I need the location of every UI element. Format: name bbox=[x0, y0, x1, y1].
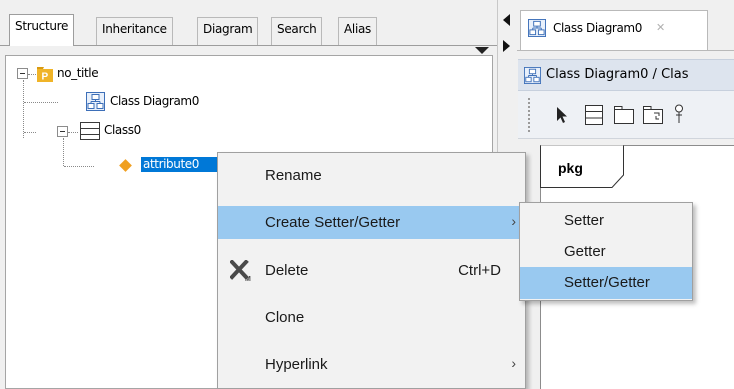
class-tool-icon[interactable] bbox=[585, 105, 603, 125]
package-frame-label: pkg bbox=[558, 160, 583, 176]
submenu-item-label: Setter/Getter bbox=[564, 274, 650, 291]
menu-item-label: Clone bbox=[265, 309, 305, 326]
doc-tab-label: Class Diagram0 bbox=[553, 21, 642, 35]
tab-search[interactable]: Search bbox=[271, 17, 323, 45]
doc-tab-divider bbox=[517, 50, 734, 51]
tree-connector bbox=[23, 80, 24, 138]
editor-title: Class Diagram0 / Clas bbox=[546, 67, 689, 82]
tabs-dropdown-icon[interactable] bbox=[475, 47, 489, 54]
tree-item-class-diagram[interactable]: Class Diagram0 bbox=[110, 94, 199, 108]
tab-diagram[interactable]: Diagram bbox=[197, 17, 259, 45]
menu-item-create-setter-getter[interactable]: Create Setter/Getter › bbox=[218, 206, 525, 239]
collapse-left-icon[interactable] bbox=[503, 14, 510, 26]
submenu-item-label: Getter bbox=[564, 243, 606, 260]
tree-connector bbox=[63, 138, 64, 166]
tab-label: Inheritance bbox=[102, 22, 167, 36]
menu-item-shortcut: Ctrl+D bbox=[458, 262, 501, 279]
package-tool-icon[interactable] bbox=[614, 106, 634, 124]
submenu-item-label: Setter bbox=[564, 212, 605, 229]
submenu-item-setter-getter[interactable]: Setter/Getter bbox=[520, 267, 692, 299]
class-diagram-icon bbox=[524, 67, 541, 84]
setter-getter-submenu: Setter Getter Setter/Getter bbox=[519, 202, 693, 301]
menu-item-label: Rename bbox=[265, 167, 322, 184]
tree-connector bbox=[28, 74, 36, 75]
menu-item-hyperlink[interactable]: Hyperlink › bbox=[218, 348, 525, 381]
subsystem-tool-icon[interactable] bbox=[643, 106, 663, 124]
toolbar-grip[interactable] bbox=[528, 98, 531, 132]
context-menu: Rename Create Setter/Getter › M Delete C… bbox=[217, 152, 526, 389]
close-icon[interactable]: ✕ bbox=[656, 21, 665, 34]
collapse-right-icon[interactable] bbox=[503, 40, 510, 52]
class-diagram-icon bbox=[86, 92, 105, 111]
menu-item-label: Hyperlink bbox=[265, 356, 328, 373]
menu-item-delete[interactable]: M Delete Ctrl+D bbox=[218, 254, 525, 287]
submenu-item-getter[interactable]: Getter bbox=[520, 236, 692, 268]
package-icon: P bbox=[37, 67, 53, 83]
tree-connector bbox=[24, 102, 58, 103]
tree-connector bbox=[24, 132, 36, 133]
tree-connector bbox=[64, 166, 94, 167]
tree-connector bbox=[68, 132, 78, 133]
tab-inheritance[interactable]: Inheritance bbox=[96, 17, 173, 45]
tree-item-no-title[interactable]: no_title bbox=[57, 66, 99, 80]
collapse-toggle-icon[interactable] bbox=[17, 68, 28, 79]
svg-text:P: P bbox=[42, 72, 49, 83]
class-icon bbox=[80, 122, 100, 140]
menu-item-label: Create Setter/Getter bbox=[265, 214, 401, 231]
submenu-arrow-icon: › bbox=[511, 213, 516, 229]
submenu-arrow-icon: › bbox=[511, 355, 516, 371]
tab-strip-divider bbox=[0, 45, 497, 46]
tab-label: Search bbox=[277, 22, 317, 36]
tab-alias[interactable]: Alias bbox=[338, 17, 377, 45]
tab-structure[interactable]: Structure bbox=[9, 14, 75, 46]
tree-item-class0[interactable]: Class0 bbox=[104, 123, 141, 137]
collapse-toggle-icon[interactable] bbox=[57, 126, 68, 137]
delete-x-icon: M bbox=[230, 260, 251, 282]
tab-label: Diagram bbox=[203, 22, 253, 36]
tab-label: Structure bbox=[15, 19, 69, 33]
class-diagram-icon bbox=[528, 19, 546, 37]
select-tool-icon[interactable] bbox=[556, 106, 568, 124]
svg-text:M: M bbox=[245, 276, 251, 282]
pin-tool-icon[interactable] bbox=[674, 104, 684, 124]
menu-item-rename[interactable]: Rename bbox=[218, 159, 525, 192]
menu-item-label: Delete bbox=[265, 262, 309, 279]
tab-label: Alias bbox=[344, 22, 371, 36]
menu-item-clone[interactable]: Clone bbox=[218, 301, 525, 334]
submenu-item-setter[interactable]: Setter bbox=[520, 205, 692, 237]
